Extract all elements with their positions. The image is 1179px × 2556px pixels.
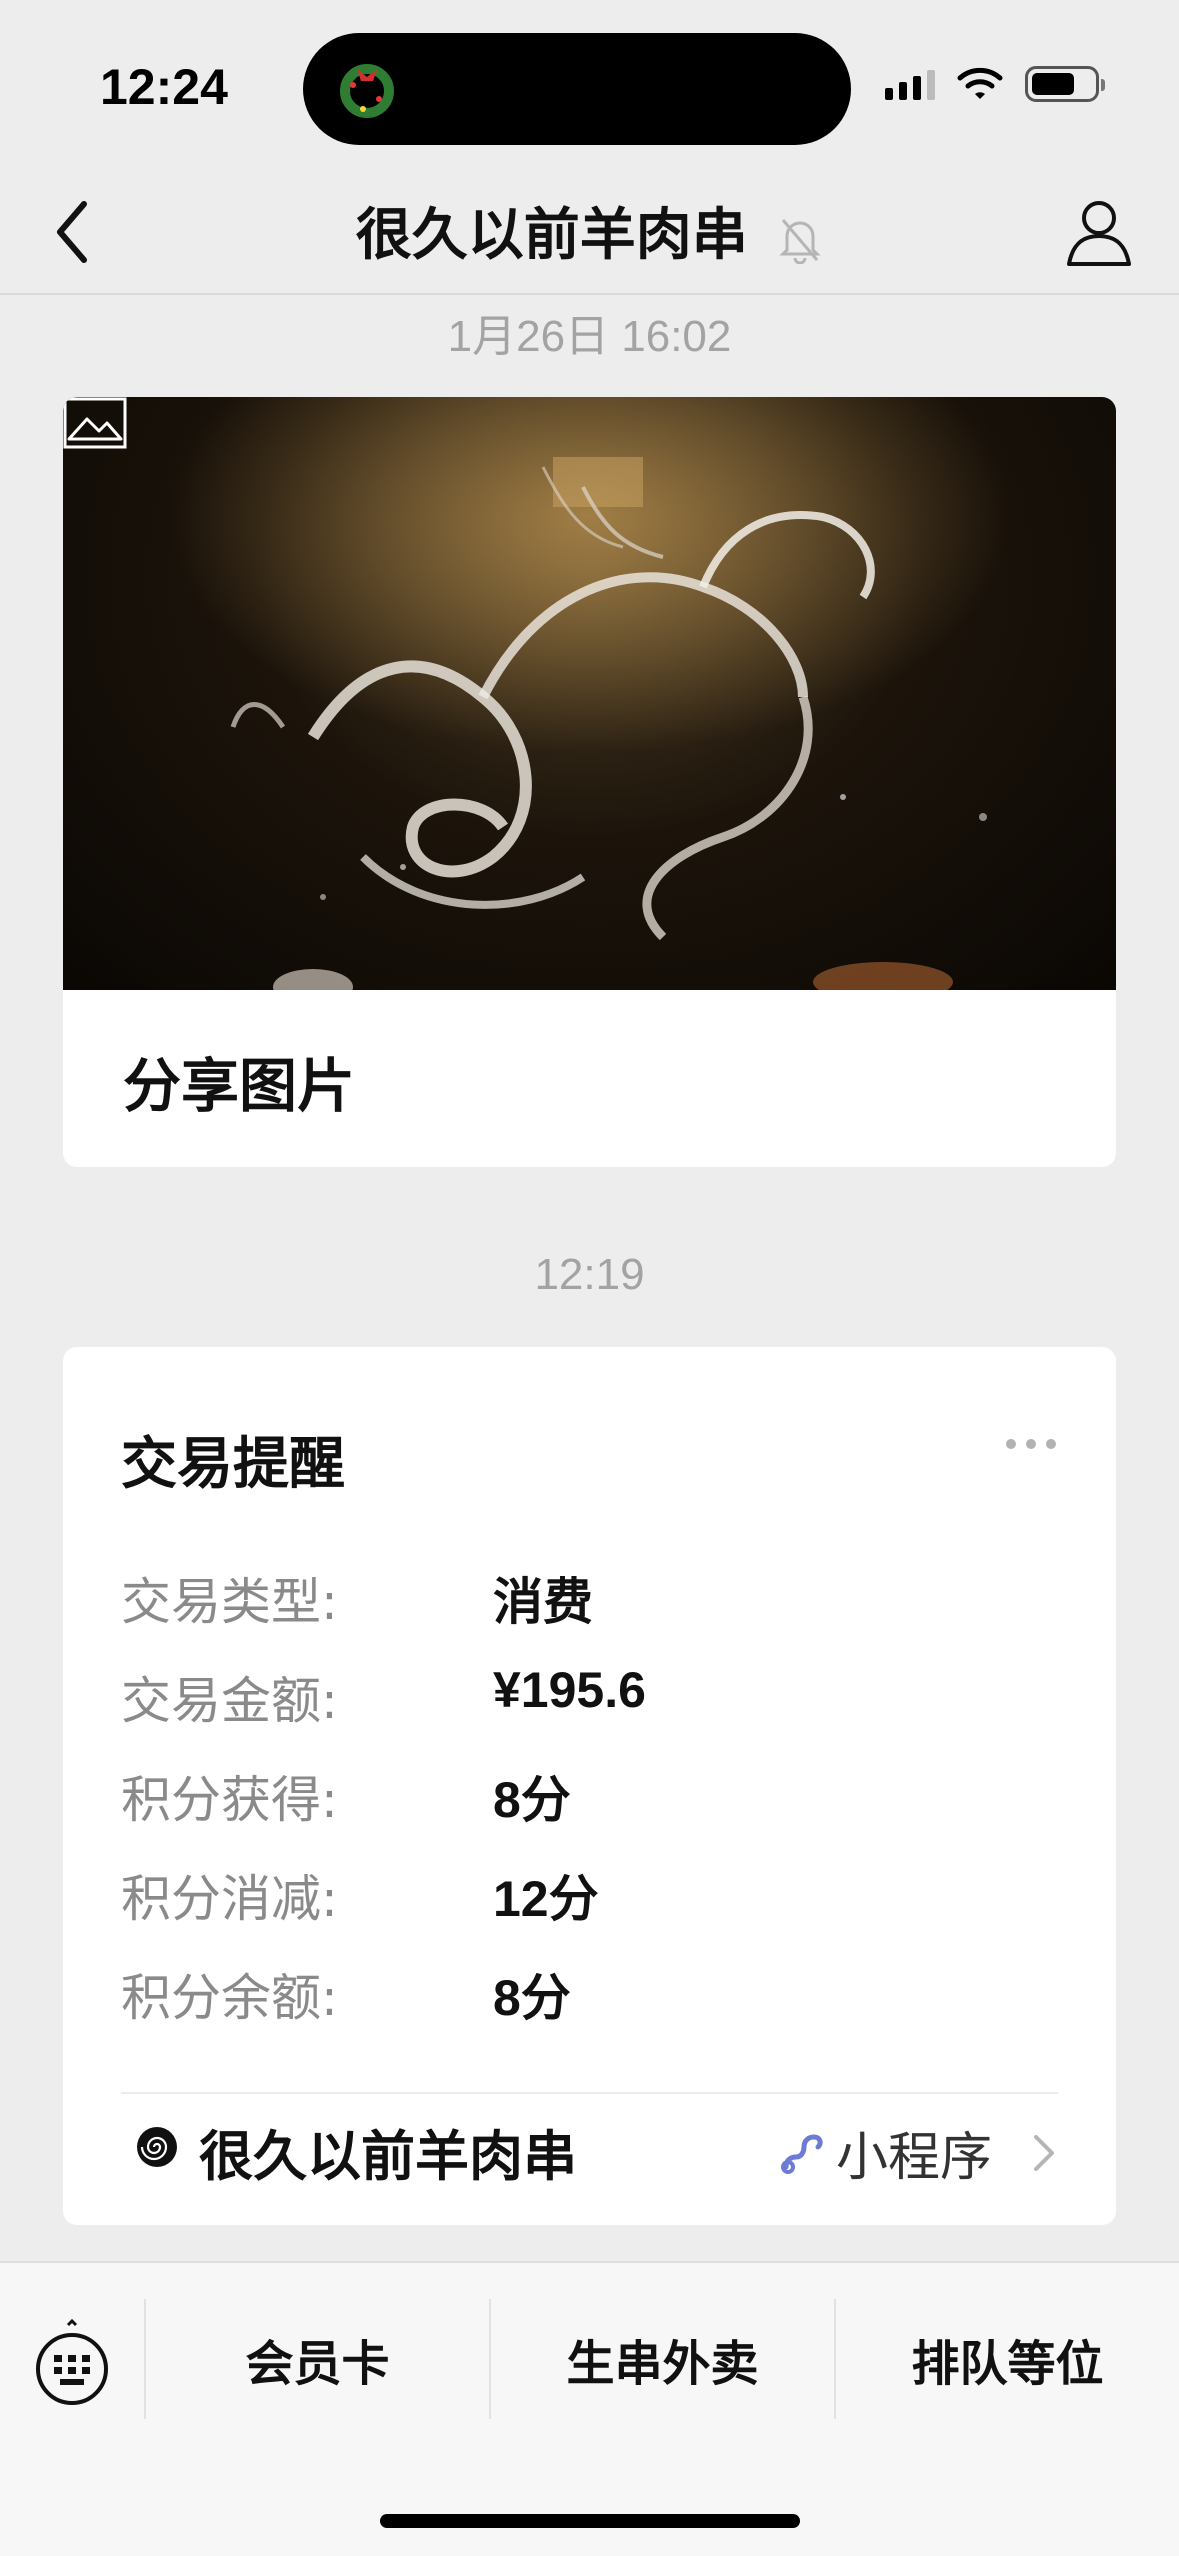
- mini-program-link[interactable]: 很久以前羊肉串 小程序: [121, 2097, 1058, 2197]
- chat-title: 很久以前羊肉串: [0, 190, 1179, 271]
- shared-image-label: 分享图片: [123, 1052, 356, 1120]
- transaction-row-label: 积分余额:: [121, 1969, 338, 2027]
- keyboard-toggle-icon[interactable]: [34, 2319, 110, 2407]
- chevron-right-icon: [1034, 2134, 1054, 2171]
- wreath-icon: [340, 64, 394, 118]
- cellular-signal-icon: [885, 68, 935, 100]
- transaction-row-value: 消费: [493, 1574, 593, 1630]
- battery-fill: [1032, 73, 1074, 95]
- bottom-menu-bar: 会员卡 生串外卖 排队等位: [0, 2261, 1179, 2556]
- transaction-row-label: 交易类型:: [121, 1573, 338, 1631]
- menu-items: 会员卡 生串外卖 排队等位: [144, 2299, 1179, 2419]
- muted-bell-icon: [779, 218, 821, 264]
- dynamic-island: [303, 33, 851, 145]
- nav-bar: 很久以前羊肉串: [0, 170, 1179, 295]
- transaction-row-value: 8分: [493, 1772, 571, 1828]
- menu-item-delivery[interactable]: 生串外卖: [489, 2299, 834, 2419]
- more-options-icon[interactable]: [1006, 1439, 1056, 1449]
- transaction-row-value: ¥195.6: [493, 1662, 646, 1718]
- home-indicator[interactable]: [380, 2514, 800, 2528]
- transaction-row-label: 积分消减:: [121, 1870, 338, 1928]
- shared-image-card[interactable]: 分享图片: [63, 397, 1116, 1167]
- menu-item-queue[interactable]: 排队等位: [834, 2299, 1179, 2419]
- mini-program-tag-label: 小程序: [835, 2128, 992, 2188]
- transaction-row-value: 12分: [493, 1871, 599, 1927]
- status-bar: 12:24: [0, 0, 1179, 170]
- image-icon: [63, 397, 127, 449]
- card-divider: [121, 2092, 1058, 2094]
- transaction-row-label: 交易金额:: [121, 1672, 338, 1730]
- spiral-logo-icon: [137, 2127, 177, 2167]
- transaction-card[interactable]: 交易提醒 交易类型: 消费 交易金额: ¥195.6 积分获得: 8分 积分消减…: [63, 1347, 1116, 2225]
- status-icons: [885, 66, 1105, 102]
- mini-program-link-icon: [780, 2133, 823, 2174]
- message-timestamp: 1月26日 16:02: [447, 312, 732, 361]
- shared-image[interactable]: [63, 397, 1116, 990]
- mini-program-tag[interactable]: 小程序: [778, 2115, 1058, 2190]
- battery-icon: [1025, 66, 1105, 102]
- mini-program-name: 很久以前羊肉串: [199, 2125, 577, 2188]
- transaction-row-label: 积分获得:: [121, 1771, 338, 1829]
- menu-item-membership-card[interactable]: 会员卡: [144, 2299, 489, 2419]
- profile-icon[interactable]: [1059, 192, 1139, 272]
- transaction-title: 交易提醒: [121, 1432, 345, 1497]
- transaction-row-value: 8分: [493, 1970, 571, 2026]
- dragon-illustration: [63, 397, 1116, 990]
- chat-title-text: 很久以前羊肉串: [355, 203, 748, 268]
- message-timestamp: 12:19: [534, 1250, 645, 1299]
- status-time: 12:24: [100, 59, 228, 115]
- wifi-icon: [957, 67, 1003, 99]
